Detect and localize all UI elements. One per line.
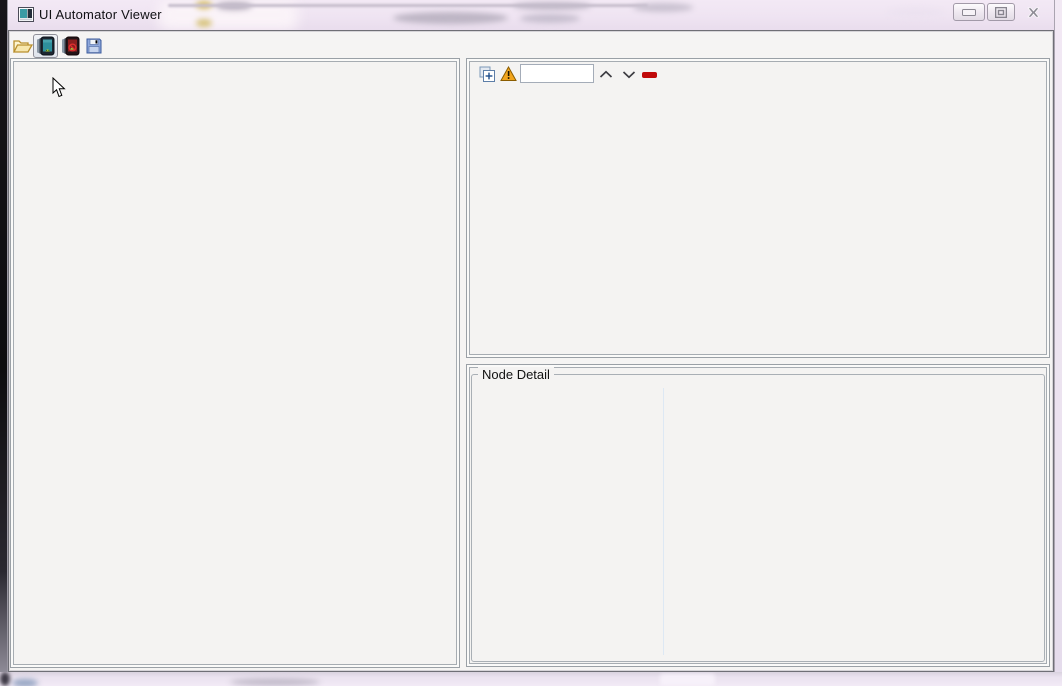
expand-all-button[interactable] — [479, 66, 495, 82]
search-previous-button[interactable] — [599, 70, 613, 79]
ui-automator-viewer-window: UI Automator Viewer Node Detail — [0, 0, 1062, 686]
glass-blob — [0, 672, 10, 686]
warning-triangle-icon — [500, 66, 517, 81]
glass-blob — [230, 678, 320, 686]
toggle-naf-nodes-button[interactable] — [500, 66, 517, 82]
save-button[interactable] — [83, 35, 105, 57]
main-toolbar — [10, 32, 1052, 58]
device-screenshot-icon — [36, 36, 54, 56]
glass-blob — [513, 2, 591, 10]
window-frame-right — [1054, 0, 1062, 672]
glass-blob — [888, 8, 943, 18]
device-screenshot-button[interactable] — [33, 34, 58, 58]
node-detail-label: Node Detail — [478, 367, 554, 382]
clear-search-button[interactable] — [642, 72, 657, 78]
hierarchy-tree-panel — [466, 58, 1050, 358]
titlebar[interactable]: UI Automator Viewer — [8, 0, 1054, 30]
device-screenshot-compressed-icon — [62, 36, 80, 56]
glass-blob — [660, 674, 715, 686]
node-detail-groupbox — [471, 374, 1045, 662]
chevron-down-icon — [622, 71, 636, 79]
search-input[interactable] — [520, 64, 594, 83]
client-area: Node Detail — [8, 30, 1054, 672]
maximize-button[interactable] — [987, 3, 1015, 21]
window-title: UI Automator Viewer — [39, 7, 162, 22]
save-floppy-icon — [86, 38, 102, 54]
glass-blob — [633, 3, 693, 12]
open-button[interactable] — [12, 35, 34, 57]
node-detail-panel: Node Detail — [466, 364, 1050, 667]
search-next-button[interactable] — [622, 70, 636, 79]
app-window-icon — [18, 7, 34, 22]
arrow-cursor — [52, 77, 66, 98]
window-frame-bottom — [0, 672, 1062, 686]
glass-blob — [393, 12, 508, 24]
minimize-button[interactable] — [953, 3, 985, 21]
open-folder-icon — [13, 39, 33, 53]
detail-table-column-divider — [663, 388, 664, 655]
tree-toolbar — [471, 63, 1045, 89]
close-icon — [1026, 7, 1040, 17]
chevron-up-icon — [599, 70, 613, 78]
screenshot-panel[interactable] — [10, 58, 460, 668]
device-screenshot-compressed-button[interactable] — [60, 35, 82, 57]
window-frame-left — [0, 0, 8, 672]
glass-blob — [12, 679, 38, 686]
close-button[interactable] — [1017, 3, 1049, 21]
glass-blob — [520, 14, 580, 23]
minimize-icon — [962, 8, 976, 16]
maximize-icon — [995, 6, 1007, 18]
glass-blob — [196, 19, 212, 27]
expand-all-icon — [479, 66, 495, 82]
